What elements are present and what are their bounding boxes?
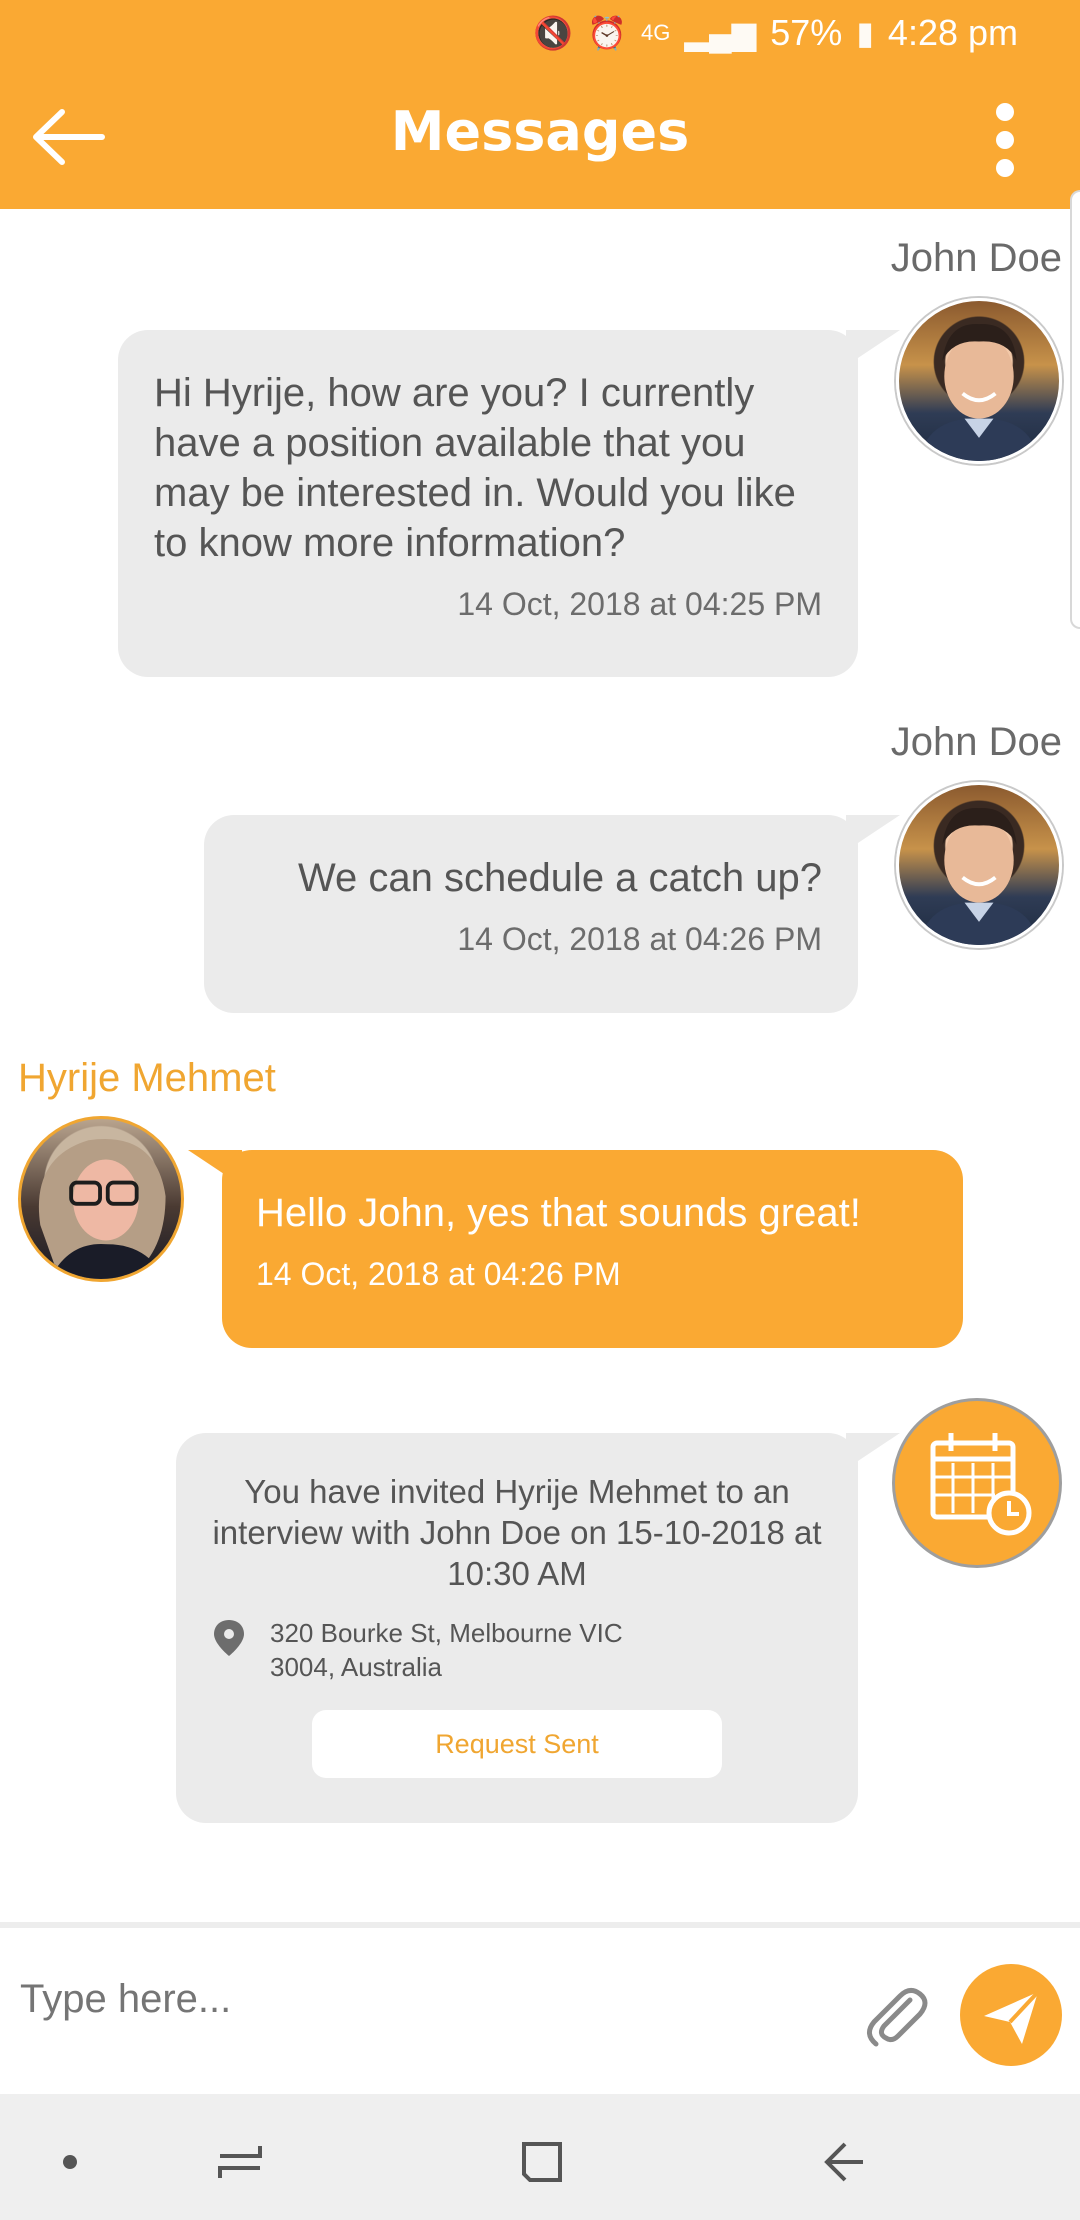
message-text: Hello John, yes that sounds great!	[256, 1191, 861, 1235]
top-bar: 🔇 ⏰ 4G ▂▄▆ 57% ▮ 4:28 pm Messages	[0, 0, 1080, 209]
nav-dot[interactable]	[40, 2132, 100, 2192]
message-timestamp: 14 Oct, 2018 at 04:26 PM	[457, 921, 822, 957]
avatar-john-doe[interactable]	[896, 782, 1062, 948]
address-line-2: 3004, Australia	[270, 1652, 443, 1682]
composer-bar	[0, 1922, 1080, 2094]
scroll-indicator[interactable]	[1070, 190, 1080, 629]
sender-name: John Doe	[890, 720, 1062, 764]
message-timestamp: 14 Oct, 2018 at 04:25 PM	[457, 586, 822, 622]
message-timestamp: 14 Oct, 2018 at 04:26 PM	[256, 1256, 621, 1292]
send-icon	[984, 1990, 1040, 2044]
alarm-icon: ⏰	[587, 15, 627, 51]
interview-invite-badge	[892, 1398, 1062, 1568]
dot-icon	[63, 2155, 77, 2169]
mute-icon: 🔇	[533, 15, 574, 51]
recents-icon	[218, 2146, 262, 2178]
message-text: We can schedule a catch up?	[297, 856, 822, 900]
home-square-icon	[522, 2142, 562, 2182]
interview-invite-card[interactable]: You have invited Hyrije Mehmet to an int…	[176, 1433, 858, 1823]
calendar-clock-icon	[930, 1433, 1032, 1536]
sender-name: John Doe	[890, 236, 1062, 280]
message-input[interactable]	[18, 1976, 822, 2023]
nav-back[interactable]	[815, 2132, 875, 2192]
message-bubble[interactable]: Hello John, yes that sounds great! 14 Oc…	[222, 1150, 963, 1348]
request-sent-button[interactable]: Request Sent	[312, 1710, 722, 1778]
address-line-1: 320 Bourke St, Melbourne VIC	[270, 1618, 623, 1648]
sender-name: Hyrije Mehmet	[18, 1056, 276, 1100]
avatar-hyrije-mehmet[interactable]	[18, 1116, 184, 1282]
page-title: Messages	[390, 100, 690, 163]
message-text: Hi Hyrije, how are you? I currently have…	[154, 371, 796, 565]
nav-home[interactable]	[512, 2132, 572, 2192]
battery-percent: 57%	[770, 12, 843, 53]
more-vert-icon	[996, 103, 1014, 177]
message-bubble[interactable]: Hi Hyrije, how are you? I currently have…	[118, 330, 858, 677]
send-button[interactable]	[960, 1964, 1062, 2066]
app-bar: Messages	[0, 66, 1080, 209]
clock: 4:28 pm	[887, 12, 1018, 53]
more-options-button[interactable]	[970, 100, 1040, 180]
message-bubble[interactable]: We can schedule a catch up? 14 Oct, 2018…	[204, 815, 858, 1013]
system-nav-bar	[0, 2094, 1080, 2220]
signal-icon: ▂▄▆	[684, 15, 757, 51]
nav-recents[interactable]	[210, 2132, 270, 2192]
location-pin-icon	[214, 1620, 244, 1656]
avatar-john-doe[interactable]	[896, 298, 1062, 464]
battery-icon: ▮	[856, 15, 874, 51]
attach-button[interactable]	[860, 1978, 932, 2050]
network-label: 4G	[641, 20, 671, 45]
invite-description: You have invited Hyrije Mehmet to an int…	[212, 1473, 822, 1592]
status-bar: 🔇 ⏰ 4G ▂▄▆ 57% ▮ 4:28 pm	[0, 0, 1080, 66]
attachment-icon	[867, 1988, 928, 2047]
back-icon	[824, 2142, 863, 2182]
invite-location: 320 Bourke St, Melbourne VIC 3004, Austr…	[210, 1616, 824, 1684]
